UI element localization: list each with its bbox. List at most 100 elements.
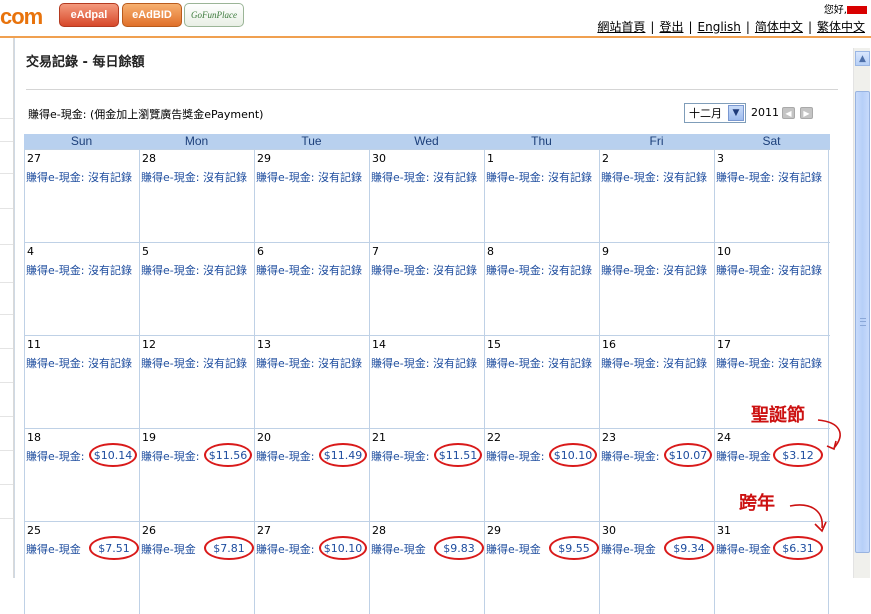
earnings-amount-circled: $7.51 [89,536,139,560]
earnings-label: 賺得e-現金 [26,543,81,556]
day-number: 29 [257,152,271,165]
calendar-day-cell[interactable]: 22 賺得e-現金: $10.10 [484,429,599,521]
calendar-day-cell[interactable]: 2 賺得e-現金: 沒有記錄 [599,150,714,242]
calendar-day-cell[interactable]: 12 賺得e-現金: 沒有記錄 [139,336,254,428]
day-number: 12 [142,338,156,351]
calendar: Sun Mon Tue Wed Thu Fri Sat 27 賺得e-現金: 沒有記錄 28 賺得… [24,134,830,614]
redacted-username [847,6,867,14]
link-home[interactable]: 網站首頁 [597,20,645,34]
calendar-day-cell[interactable]: 29 賺得e-現金 $9.55 [484,522,599,614]
calendar-day-cell[interactable]: 8 賺得e-現金: 沒有記錄 [484,243,599,335]
day-number: 19 [142,431,156,444]
calendar-day-cell[interactable]: 23 賺得e-現金: $10.07 [599,429,714,521]
next-month-button[interactable]: ▶ [800,107,813,119]
christmas-arrow-icon [817,419,841,451]
top-bar: com eAdpal eAdBID GoFunPlace 您好, 網站首頁 | 登出… [0,0,871,37]
no-record-label: 賺得e-現金: 沒有記錄 [371,264,477,277]
calendar-day-cell[interactable]: 26 賺得e-現金 $7.81 [139,522,254,614]
day-number: 9 [602,245,609,258]
day-number: 27 [257,524,271,537]
sidebar-divider [0,450,13,451]
eadpal-logo-button[interactable]: eAdpal [59,3,119,27]
earnings-label: 賺得e-現金 [716,543,771,556]
chevron-right-icon: ▶ [803,108,810,118]
link-separator: | [745,20,750,34]
month-select-value: 十二月 [689,107,722,120]
day-number: 18 [27,431,41,444]
day-number: 8 [487,245,494,258]
calendar-day-cell[interactable]: 10 賺得e-現金: 沒有記錄 [714,243,829,335]
calendar-day-cell[interactable]: 28 賺得e-現金 $9.83 [369,522,484,614]
calendar-day-cell[interactable]: 13 賺得e-現金: 沒有記錄 [254,336,369,428]
link-logout[interactable]: 登出 [659,20,683,34]
day-number: 7 [372,245,379,258]
link-english[interactable]: English [698,20,741,34]
sidebar-divider [0,382,13,383]
calendar-day-cell[interactable]: 3 賺得e-現金: 沒有記錄 [714,150,829,242]
day-number: 5 [142,245,149,258]
earnings-label: 賺得e-現金: [601,450,660,463]
earnings-label: 賺得e-現金: [256,543,315,556]
calendar-day-cell[interactable]: 14 賺得e-現金: 沒有記錄 [369,336,484,428]
calendar-day-cell[interactable]: 1 賺得e-現金: 沒有記錄 [484,150,599,242]
scrollbar-thumb[interactable] [855,91,870,553]
day-number: 29 [487,524,501,537]
calendar-day-cell[interactable]: 6 賺得e-現金: 沒有記錄 [254,243,369,335]
calendar-day-cell[interactable]: 20 賺得e-現金: $11.49 [254,429,369,521]
calendar-day-cell[interactable]: 4 賺得e-現金: 沒有記錄 [24,243,139,335]
no-record-label: 賺得e-現金: 沒有記錄 [486,357,592,370]
no-record-label: 賺得e-現金: 沒有記錄 [256,264,362,277]
earnings-amount-circled: $9.83 [434,536,484,560]
sidebar-divider [0,173,13,174]
earnings-label: 賺得e-現金 [371,543,426,556]
earnings-amount-circled: $11.51 [434,443,482,467]
calendar-body: 27 賺得e-現金: 沒有記錄 28 賺得e-現金: 沒有記錄 29 賺得e-現金: 沒有… [24,149,830,614]
earnings-amount-circled: $6.31 [773,536,823,560]
calendar-day-cell[interactable]: 18 賺得e-現金: $10.14 [24,429,139,521]
scroll-up-icon[interactable]: ▲ [855,51,870,66]
no-record-label: 賺得e-現金: 沒有記錄 [371,357,477,370]
day-number: 27 [27,152,41,165]
link-separator: | [650,20,655,34]
calendar-day-cell[interactable]: 15 賺得e-現金: 沒有記錄 [484,336,599,428]
day-number: 14 [372,338,386,351]
sidebar-divider [0,244,13,245]
no-record-label: 賺得e-現金: 沒有記錄 [26,171,132,184]
calendar-day-cell[interactable]: 11 賺得e-現金: 沒有記錄 [24,336,139,428]
vertical-scrollbar[interactable]: ▲ [853,48,870,578]
calendar-day-cell[interactable]: 19 賺得e-現金: $11.56 [139,429,254,521]
earnings-label: 賺得e-現金: [26,450,85,463]
no-record-label: 賺得e-現金: 沒有記錄 [141,357,247,370]
day-number: 15 [487,338,501,351]
chevron-down-icon[interactable]: ▼ [728,105,744,121]
calendar-day-cell[interactable]: 5 賺得e-現金: 沒有記錄 [139,243,254,335]
calendar-day-cell[interactable]: 7 賺得e-現金: 沒有記錄 [369,243,484,335]
prev-month-button[interactable]: ◀ [782,107,795,119]
no-record-label: 賺得e-現金: 沒有記錄 [26,264,132,277]
calendar-day-cell[interactable]: 9 賺得e-現金: 沒有記錄 [599,243,714,335]
calendar-day-cell[interactable]: 21 賺得e-現金: $11.51 [369,429,484,521]
day-number: 25 [27,524,41,537]
calendar-day-cell[interactable]: 30 賺得e-現金 $9.34 [599,522,714,614]
no-record-label: 賺得e-現金: 沒有記錄 [601,264,707,277]
calendar-day-cell[interactable]: 25 賺得e-現金 $7.51 [24,522,139,614]
link-simplified-chinese[interactable]: 简体中文 [755,20,803,34]
calendar-day-cell[interactable]: 28 賺得e-現金: 沒有記錄 [139,150,254,242]
earnings-amount-circled: $9.34 [664,536,714,560]
title-divider [26,89,838,90]
month-select[interactable]: 十二月 ▼ [684,103,746,123]
day-number: 11 [27,338,41,351]
link-traditional-chinese[interactable]: 繁体中文 [817,20,865,34]
calendar-day-cell[interactable]: 16 賺得e-現金: 沒有記錄 [599,336,714,428]
earnings-label: 賺得e-現金 [141,543,196,556]
calendar-day-cell[interactable]: 27 賺得e-現金: 沒有記錄 [24,150,139,242]
eadbid-logo-button[interactable]: eAdBID [122,3,182,27]
calendar-day-cell[interactable]: 30 賺得e-現金: 沒有記錄 [369,150,484,242]
day-number: 26 [142,524,156,537]
site-logo[interactable]: com [0,4,43,30]
no-record-label: 賺得e-現金: 沒有記錄 [716,357,822,370]
gofunplace-logo-button[interactable]: GoFunPlace [184,3,244,27]
calendar-day-cell[interactable]: 27 賺得e-現金: $10.10 [254,522,369,614]
day-number: 3 [717,152,724,165]
calendar-day-cell[interactable]: 29 賺得e-現金: 沒有記錄 [254,150,369,242]
